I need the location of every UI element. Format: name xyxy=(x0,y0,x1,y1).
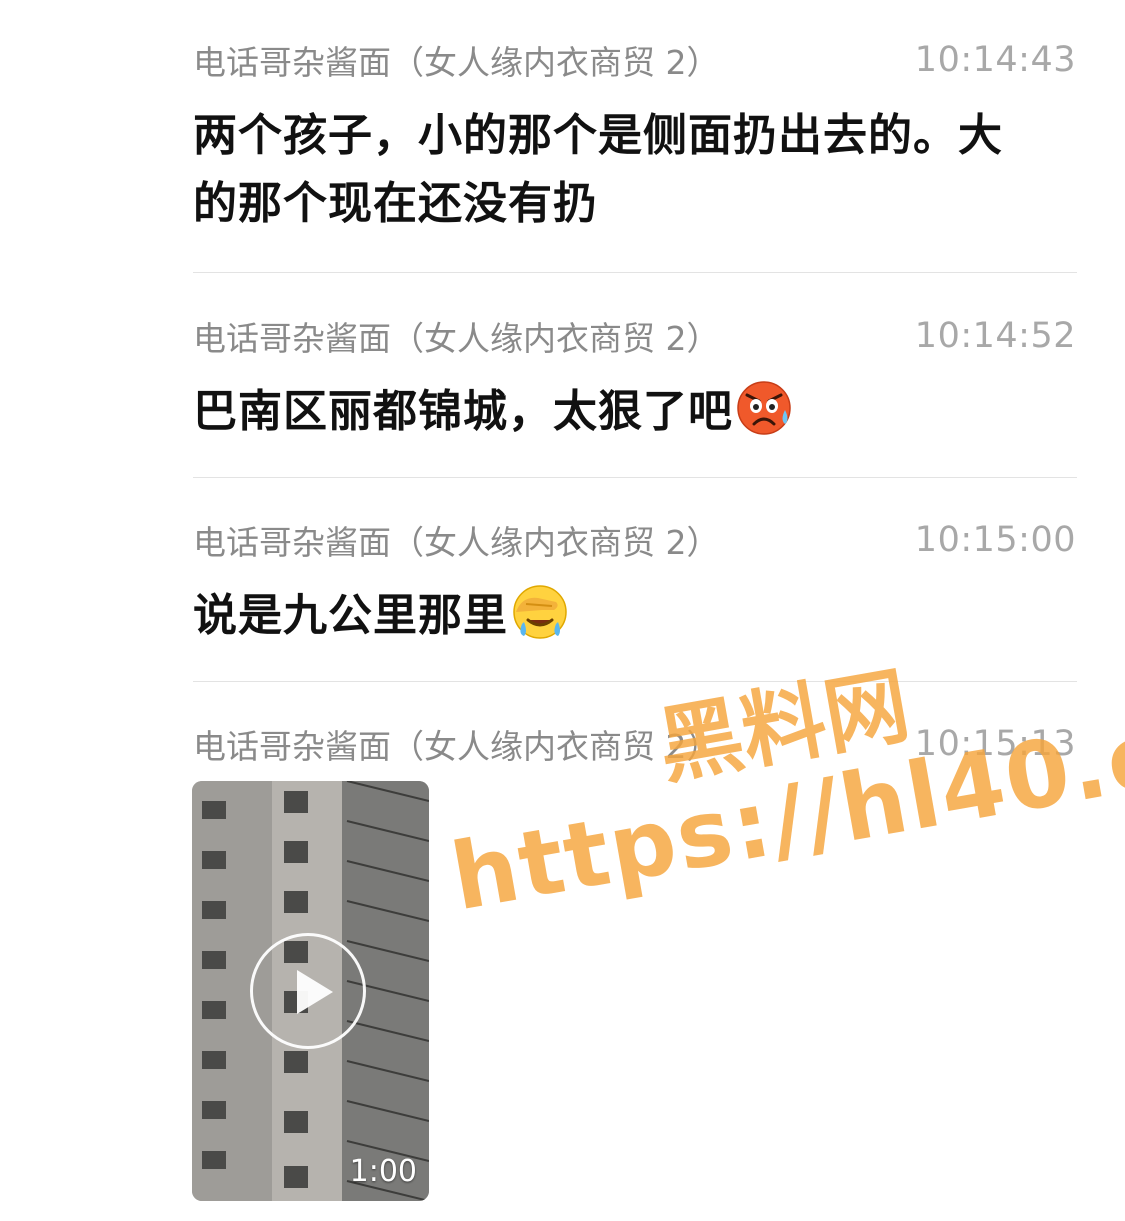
message-time: 10:14:43 xyxy=(914,40,1076,80)
sender-name: 电话哥杂酱面（女人缘内衣商贸 2） xyxy=(193,727,720,766)
play-icon[interactable] xyxy=(250,933,366,1049)
message-header: 电话哥杂酱面（女人缘内衣商贸 2） 10:15:13 xyxy=(193,722,1076,766)
angry-sweat-face-icon xyxy=(737,381,791,435)
sender-name: 电话哥杂酱面（女人缘内衣商贸 2） xyxy=(193,43,720,82)
divider xyxy=(193,681,1077,682)
divider xyxy=(193,477,1077,478)
chat-message[interactable]: 电话哥杂酱面（女人缘内衣商贸 2） 10:15:13 xyxy=(193,722,1076,766)
video-duration: 1:00 xyxy=(349,1154,417,1189)
message-text: 巴南区丽都锦城，太狠了吧 xyxy=(193,378,1076,446)
message-text: 说是九公里那里 xyxy=(193,582,1076,650)
message-header: 电话哥杂酱面（女人缘内衣商贸 2） 10:15:00 xyxy=(193,518,1076,562)
facepalm-face-icon xyxy=(513,585,567,639)
message-text-content: 说是九公里那里 xyxy=(193,590,508,641)
sender-name: 电话哥杂酱面（女人缘内衣商贸 2） xyxy=(193,319,720,358)
message-time: 10:15:13 xyxy=(914,724,1076,764)
message-text-content: 巴南区丽都锦城，太狠了吧 xyxy=(193,386,733,437)
divider xyxy=(193,272,1077,273)
message-header: 电话哥杂酱面（女人缘内衣商贸 2） 10:14:43 xyxy=(193,38,1076,82)
chat-message[interactable]: 电话哥杂酱面（女人缘内衣商贸 2） 10:14:43 两个孩子，小的那个是侧面扔… xyxy=(193,38,1076,238)
message-text-line: 两个孩子，小的那个是侧面扔出去的。大 xyxy=(193,110,1003,161)
sender-name: 电话哥杂酱面（女人缘内衣商贸 2） xyxy=(193,523,720,562)
message-time: 10:14:52 xyxy=(914,316,1076,356)
message-time: 10:15:00 xyxy=(914,520,1076,560)
chat-message[interactable]: 电话哥杂酱面（女人缘内衣商贸 2） 10:14:52 巴南区丽都锦城，太狠了吧 xyxy=(193,314,1076,446)
message-text-line: 的那个现在还没有扔 xyxy=(193,178,598,229)
message-text: 两个孩子，小的那个是侧面扔出去的。大 的那个现在还没有扔 xyxy=(193,102,1076,238)
chat-message[interactable]: 电话哥杂酱面（女人缘内衣商贸 2） 10:15:00 说是九公里那里 xyxy=(193,518,1076,650)
message-header: 电话哥杂酱面（女人缘内衣商贸 2） 10:14:52 xyxy=(193,314,1076,358)
video-thumbnail[interactable]: 1:00 xyxy=(192,781,429,1201)
